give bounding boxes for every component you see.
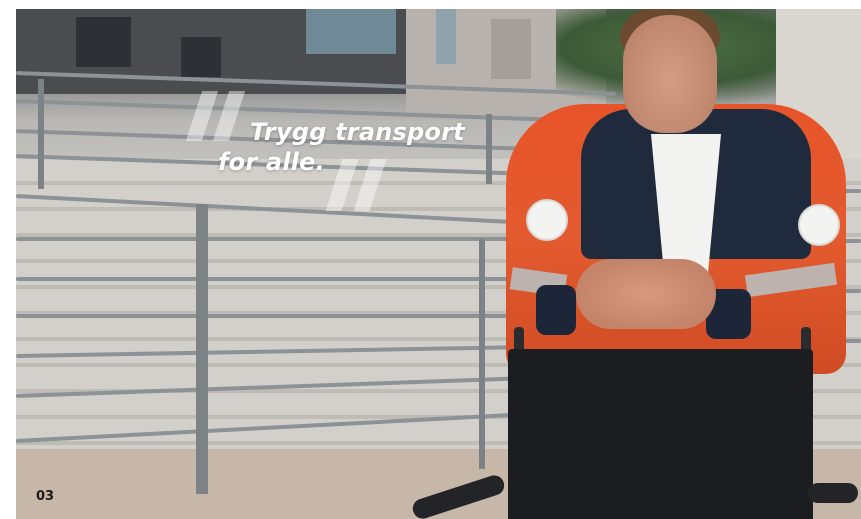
hero-photo bbox=[16, 9, 861, 519]
jacket-patch-left bbox=[526, 199, 568, 241]
headline-line-2: for alle. bbox=[218, 148, 325, 176]
wheelchair-backrest bbox=[508, 349, 813, 519]
page-number: 03 bbox=[36, 489, 55, 504]
wheelchair-armrest-right bbox=[808, 483, 858, 503]
person-face bbox=[623, 15, 717, 133]
jacket-patch-right bbox=[798, 204, 840, 246]
headline: Trygg transport for alle. bbox=[218, 117, 465, 177]
headline-line-1: Trygg transport bbox=[250, 118, 465, 146]
person-hands bbox=[576, 259, 716, 329]
sleeve-cuff-left bbox=[536, 285, 576, 335]
